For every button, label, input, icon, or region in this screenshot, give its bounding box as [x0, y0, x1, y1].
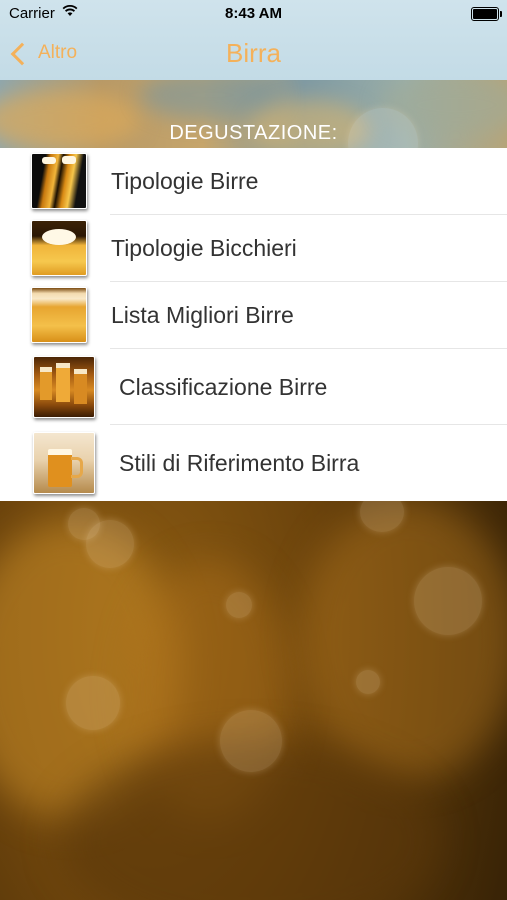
- bokeh-light: [66, 676, 120, 730]
- beer-foam-thumbnail: [31, 220, 87, 276]
- status-time: 8:43 AM: [225, 5, 282, 22]
- menu-item-label: Tipologie Birre: [111, 168, 259, 194]
- menu-item-label: Tipologie Bicchieri: [111, 235, 297, 261]
- section-title: DEGUSTAZIONE:: [169, 122, 338, 144]
- bokeh-light: [86, 520, 134, 568]
- menu-item-lista-migliori-birre[interactable]: Lista Migliori Birre: [0, 282, 507, 349]
- bokeh-light: [220, 710, 282, 772]
- menu-list: Tipologie Birre Tipologie Bicchieri List…: [0, 148, 507, 501]
- battery-icon: [471, 7, 502, 21]
- beer-closeup-thumbnail: [31, 287, 87, 343]
- page-title: Birra: [226, 38, 281, 68]
- navigation-bar: Carrier 8:43 AM Altro Birra: [0, 0, 507, 80]
- menu-item-label: Classificazione Birre: [119, 374, 328, 400]
- beer-glasses-thumbnail: [31, 153, 87, 209]
- beer-mugs-thumbnail: [33, 356, 95, 418]
- beer-mug-thumbnail: [33, 432, 95, 494]
- bokeh-light: [356, 670, 380, 694]
- section-header: DEGUSTAZIONE:: [0, 80, 507, 148]
- menu-item-stili-di-riferimento-birra[interactable]: Stili di Riferimento Birra: [0, 425, 507, 501]
- bokeh-light: [414, 567, 482, 635]
- menu-item-label: Lista Migliori Birre: [111, 302, 294, 328]
- menu-item-classificazione-birre[interactable]: Classificazione Birre: [0, 349, 507, 425]
- menu-item-tipologie-bicchieri[interactable]: Tipologie Bicchieri: [0, 215, 507, 282]
- menu-item-tipologie-birre[interactable]: Tipologie Birre: [0, 148, 507, 215]
- status-bar: Carrier 8:43 AM: [0, 0, 507, 28]
- menu-item-label: Stili di Riferimento Birra: [119, 450, 360, 476]
- bokeh-light: [226, 592, 252, 618]
